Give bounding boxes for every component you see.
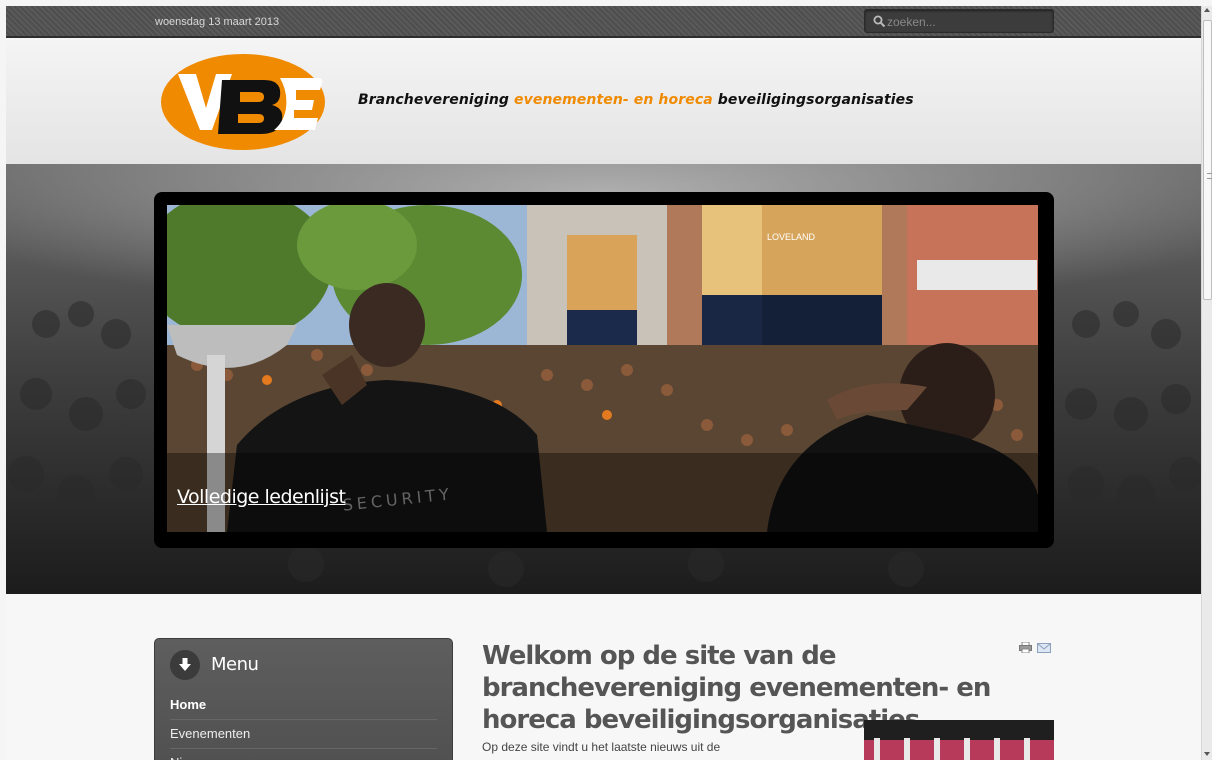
- venue-photo: [864, 720, 1054, 760]
- menu-item-evenementen[interactable]: Evenementen: [170, 720, 437, 749]
- ledenlijst-link[interactable]: Volledige ledenlijst: [177, 486, 346, 508]
- article-intro: Op deze site vindt u het laatste nieuws …: [482, 740, 810, 760]
- scroll-down-arrow-icon[interactable]: [1204, 752, 1210, 756]
- search-box[interactable]: [864, 9, 1054, 33]
- menu-toggle[interactable]: [170, 650, 200, 680]
- tagline-accent: evenementen- en horeca: [514, 92, 713, 108]
- svg-text:LOVELAND: LOVELAND: [767, 232, 816, 242]
- email-icon[interactable]: [1037, 643, 1051, 653]
- arrow-down-icon: [179, 658, 191, 671]
- image-slider[interactable]: MAX MAX MAX LOVELAND: [154, 192, 1054, 548]
- site-header: Branchevereniging evenementen- en horeca…: [6, 40, 1201, 164]
- site-tagline: Branchevereniging evenementen- en horeca…: [358, 92, 914, 108]
- print-icon[interactable]: [1019, 642, 1032, 653]
- slide-image[interactable]: MAX MAX MAX LOVELAND: [167, 205, 1038, 532]
- top-bar: woensdag 13 maart 2013: [6, 6, 1201, 38]
- search-icon: [873, 15, 886, 28]
- side-menu: Menu Home Evenementen Nieuws: [154, 638, 453, 760]
- current-date: woensdag 13 maart 2013: [155, 16, 280, 28]
- hero-banner: MAX MAX MAX LOVELAND: [6, 164, 1201, 594]
- page: woensdag 13 maart 2013 Branchevereniging…: [6, 6, 1201, 760]
- tagline-part-2: beveiligingsorganisaties: [712, 92, 914, 108]
- menu-title: Menu: [211, 654, 259, 675]
- article-image: [864, 720, 1054, 760]
- scroll-thumb[interactable]: [1203, 20, 1212, 300]
- scroll-grip-icon: [1207, 173, 1212, 179]
- vbe-logo[interactable]: [160, 52, 326, 152]
- vertical-scrollbar[interactable]: [1201, 6, 1212, 760]
- tagline-part-1: Branchevereniging: [358, 92, 515, 108]
- scroll-up-arrow-icon[interactable]: [1204, 8, 1210, 12]
- menu-item-home[interactable]: Home: [170, 691, 437, 720]
- search-input[interactable]: [887, 13, 1047, 30]
- menu-item-nieuws[interactable]: Nieuws: [170, 749, 437, 760]
